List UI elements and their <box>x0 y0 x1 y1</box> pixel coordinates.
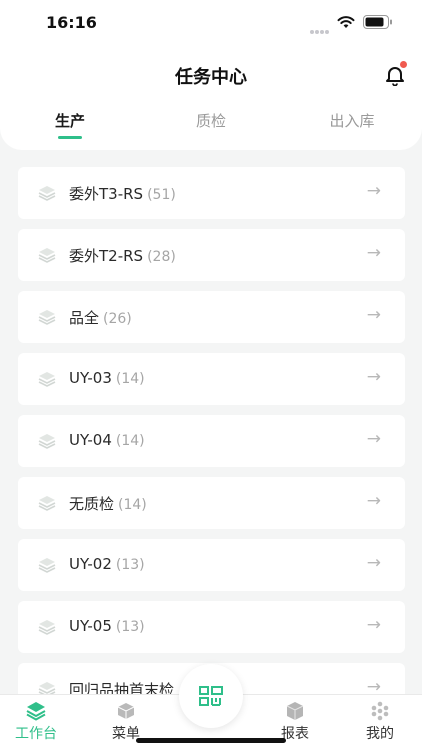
tab-quality-check[interactable]: 质检 <box>171 110 251 131</box>
arrow-right-icon: → <box>366 491 381 511</box>
layers-icon <box>38 372 56 387</box>
status-time: 16:16 <box>46 13 97 32</box>
arrow-right-icon: → <box>366 615 381 635</box>
task-count: (51) <box>147 187 176 203</box>
task-name: UY-02 <box>69 555 112 573</box>
layers-icon <box>38 434 56 449</box>
dots-icon <box>371 701 389 721</box>
layers-icon <box>38 310 56 325</box>
home-indicator <box>136 738 286 743</box>
arrow-right-icon: → <box>366 429 381 449</box>
task-count: (14) <box>115 371 145 387</box>
arrow-right-icon: → <box>366 181 381 201</box>
task-count: (14) <box>118 497 147 513</box>
task-row[interactable]: 委外T2-RS (28) → <box>18 229 405 281</box>
task-name: UY-05 <box>69 617 112 635</box>
task-row[interactable]: UY-04 (14) → <box>18 415 405 467</box>
task-count: (13) <box>115 557 145 573</box>
cellular-signal-icon <box>310 19 330 38</box>
task-row[interactable]: UY-02 (13) → <box>18 539 405 591</box>
task-name: UY-04 <box>69 431 112 449</box>
task-row[interactable]: UY-03 (14) → <box>18 353 405 405</box>
wifi-icon <box>337 16 355 28</box>
arrow-right-icon: → <box>366 553 381 573</box>
scan-button[interactable] <box>179 664 243 728</box>
arrow-right-icon: → <box>366 305 381 325</box>
layers-icon <box>38 620 56 635</box>
layers-icon <box>26 702 46 721</box>
qr-scan-icon <box>199 686 223 706</box>
arrow-right-icon: → <box>366 243 381 263</box>
tab-bar: 生产 质检 出入库 <box>0 110 422 146</box>
page-title: 任务中心 <box>175 67 247 88</box>
task-name: UY-03 <box>69 369 112 387</box>
task-count: (26) <box>103 311 132 327</box>
nav-reports[interactable]: 报表 <box>263 701 327 743</box>
task-count: (28) <box>147 249 176 265</box>
layers-icon <box>38 186 56 201</box>
task-name: 品全 <box>69 309 100 327</box>
arrow-right-icon: → <box>366 367 381 387</box>
task-name: 无质检 <box>69 495 115 513</box>
task-list: 委外T3-RS (51) → 委外T2-RS (28) → 品全 (26) → U <box>18 167 405 725</box>
tab-warehouse[interactable]: 出入库 <box>312 110 392 131</box>
header-card: 16:16 任务中心 生产 质检 出入库 <box>0 0 422 150</box>
notification-badge <box>400 61 407 68</box>
task-row[interactable]: 品全 (26) → <box>18 291 405 343</box>
nav-label: 我的 <box>366 726 394 742</box>
tab-production[interactable]: 生产 <box>30 110 110 131</box>
nav-menu[interactable]: 菜单 <box>94 701 158 743</box>
status-bar: 16:16 <box>0 0 422 44</box>
battery-icon <box>363 15 392 29</box>
box-icon <box>117 703 135 719</box>
layers-icon <box>38 496 56 511</box>
task-row[interactable]: 无质检 (14) → <box>18 477 405 529</box>
active-tab-indicator <box>58 136 82 139</box>
task-row[interactable]: UY-05 (13) → <box>18 601 405 653</box>
task-name: 委外T3-RS <box>69 185 144 203</box>
task-row[interactable]: 委外T3-RS (51) → <box>18 167 405 219</box>
nav-workbench[interactable]: 工作台 <box>4 701 68 743</box>
layers-icon <box>38 558 56 573</box>
task-name: 委外T2-RS <box>69 247 144 265</box>
nav-profile[interactable]: 我的 <box>348 701 412 743</box>
layers-icon <box>38 248 56 263</box>
nav-label: 工作台 <box>15 726 57 742</box>
cube-icon <box>286 702 304 720</box>
task-count: (14) <box>115 433 145 449</box>
task-count: (13) <box>115 619 145 635</box>
